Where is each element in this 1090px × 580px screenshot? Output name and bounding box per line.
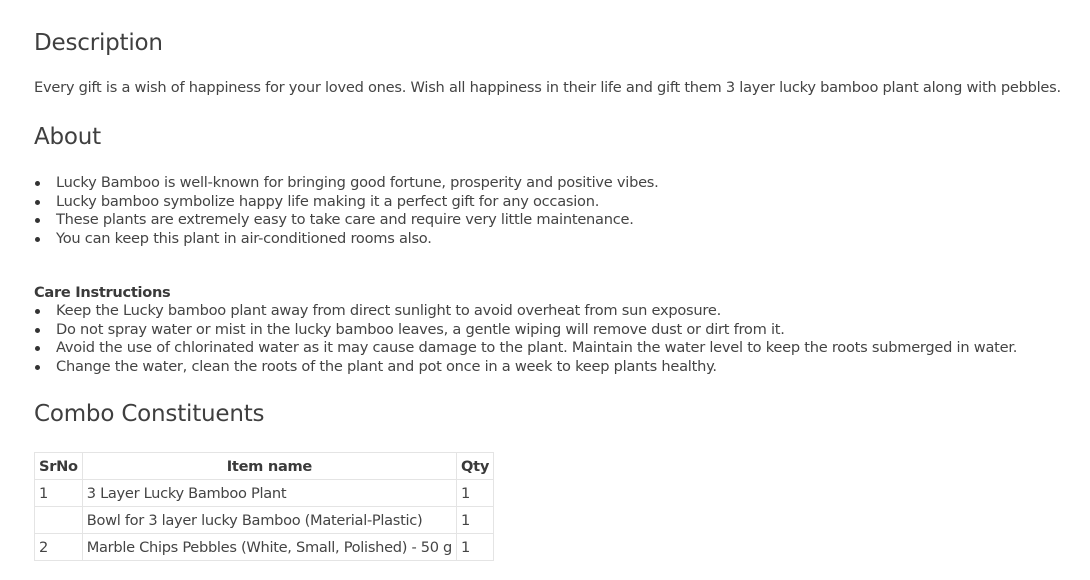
combo-heading: Combo Constituents (34, 401, 265, 427)
cell-item-name: 3 Layer Lucky Bamboo Plant (81, 479, 458, 507)
list-item: Lucky Bamboo is well-known for bringing … (34, 174, 659, 193)
column-header-srno: SrNo (34, 452, 83, 480)
care-list: Keep the Lucky bamboo plant away from di… (34, 302, 1017, 376)
combo-table: SrNo Item name Qty 1 3 Layer Lucky Bambo… (34, 452, 495, 561)
about-heading: About (34, 124, 102, 150)
list-item: Avoid the use of chlorinated water as it… (34, 339, 1017, 358)
list-item: Change the water, clean the roots of the… (34, 358, 1017, 377)
about-list: Lucky Bamboo is well-known for bringing … (34, 174, 659, 248)
cell-qty: 1 (456, 479, 495, 507)
table-row: Bowl for 3 layer lucky Bamboo (Material-… (34, 506, 495, 534)
cell-item-name: Marble Chips Pebbles (White, Small, Poli… (81, 533, 458, 561)
table-row: 1 3 Layer Lucky Bamboo Plant 1 (34, 479, 495, 507)
list-item: Keep the Lucky bamboo plant away from di… (34, 302, 1017, 321)
cell-item-name: Bowl for 3 layer lucky Bamboo (Material-… (81, 506, 458, 534)
column-header-item-name: Item name (81, 452, 458, 480)
list-item: Do not spray water or mist in the lucky … (34, 321, 1017, 340)
list-item: You can keep this plant in air-condition… (34, 230, 659, 249)
cell-srno: 2 (34, 533, 83, 561)
cell-srno: 1 (34, 479, 83, 507)
table-row: 2 Marble Chips Pebbles (White, Small, Po… (34, 533, 495, 561)
care-instructions-heading: Care Instructions (34, 284, 171, 301)
column-header-qty: Qty (456, 452, 495, 480)
description-text: Every gift is a wish of happiness for yo… (34, 79, 1061, 96)
cell-qty: 1 (456, 533, 495, 561)
list-item: These plants are extremely easy to take … (34, 211, 659, 230)
cell-qty: 1 (456, 506, 495, 534)
list-item: Lucky bamboo symbolize happy life making… (34, 193, 659, 212)
table-header-row: SrNo Item name Qty (34, 452, 495, 480)
description-heading: Description (34, 30, 163, 56)
cell-srno (34, 506, 83, 534)
